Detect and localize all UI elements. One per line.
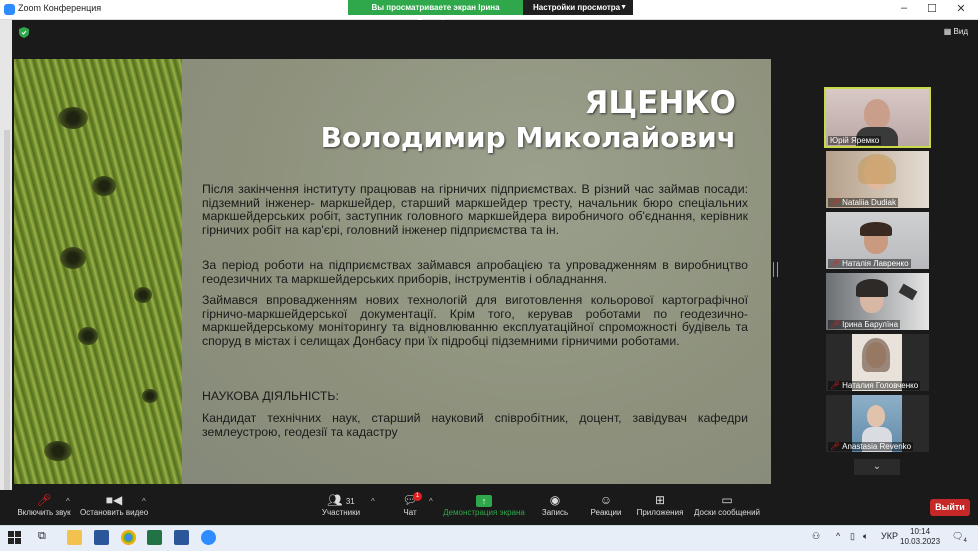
video-camera-icon: ■◀ [105,493,123,507]
unmute-button[interactable]: 🎤︎ Включить звук [14,492,74,517]
reactions-button[interactable]: ☺ Реакции [589,492,623,517]
file-explorer-icon[interactable] [67,530,82,545]
keyboard-language[interactable]: УКР [881,531,898,541]
zoom-taskbar-icon[interactable] [201,530,216,545]
participant-tile[interactable]: 🎤︎ Nataliia Dudiak [826,151,929,208]
audio-options-caret[interactable]: ^ [66,497,70,506]
apps-button[interactable]: ⊞ Приложения [636,492,684,517]
participants-icon: 👥︎ [327,493,343,507]
muted-mic-icon: 🎤︎ [830,259,841,268]
video-options-caret[interactable]: ^ [142,497,146,506]
participant-name: Наталія Лавренко [842,259,909,268]
slide-paragraph-career: Після закінчення інституту працював на г… [202,182,748,237]
maximize-icon[interactable]: ☐ [925,2,939,15]
gallery-scroll-down-button[interactable]: ⌄ [854,459,900,475]
meeting-header [0,20,978,50]
view-button-label: Вид [953,27,968,36]
slide-paragraph-science: Кандидат технічних наук, старший наукови… [202,411,748,439]
document-ruler [4,130,10,490]
participant-name: Nataliia Dudiak [842,198,896,207]
chevron-down-icon: ▼ [620,4,627,11]
participant-name: Anastasia Revenko [842,442,912,451]
slide-full-name: Володимир Миколайович [320,121,736,154]
chevron-down-icon: ⌄ [872,461,882,472]
whiteboard-icon: ▭ [721,493,733,507]
speaker-icon[interactable]: 🔈︎ [863,531,868,542]
emoji-icon: ☺ [599,493,613,507]
muted-mic-icon: 🎤︎ [830,198,841,207]
participants-button[interactable]: 👥︎ 31 Участники [320,492,362,517]
share-screen-button[interactable]: ↑ Демонстрация экрана [443,492,525,517]
chrome-icon[interactable] [121,530,136,545]
leave-meeting-button[interactable]: Выйти [930,499,970,516]
muted-mic-icon: 🎤︎ [830,381,841,390]
slide-paragraph-work: За період роботи на підприємствах займав… [202,258,748,286]
share-screen-icon: ↑ [476,495,492,507]
whiteboards-label: Доски сообщений [693,508,760,517]
window-title: Zoom Конференция [18,3,102,13]
word-icon[interactable] [174,530,189,545]
record-button[interactable]: ◉ Запись [540,492,570,517]
share-screen-label: Демонстрация экрана [443,508,525,517]
clock-date: 10.03.2023 [900,537,941,546]
view-settings-button[interactable]: Настройки просмотра ▼ [523,0,633,15]
excel-icon[interactable] [147,530,162,545]
muted-microphone-icon: 🎤︎ [36,493,52,507]
muted-mic-icon: 🎤︎ [830,442,841,451]
apps-icon: ⊞ [654,493,666,507]
participant-tile[interactable]: 🎤︎ Ірина Барулїна [826,273,929,330]
participant-tile[interactable]: 🎤︎ Наталія Лавренко [826,212,929,269]
taskbar-clock[interactable]: 10:14 10.03.2023 [900,527,940,547]
task-view-icon[interactable]: ⧉ [38,530,53,545]
view-settings-label: Настройки просмотра [533,3,621,12]
close-icon[interactable]: ✕ [954,2,968,15]
people-icon[interactable]: ⚇ [812,531,820,542]
chevron-up-icon[interactable]: ^ [836,531,840,541]
unmute-label: Включить звук [17,508,71,517]
participant-tile[interactable]: 🎤︎ Наталия Головченко [826,334,929,391]
record-icon: ◉ [549,493,561,507]
whiteboards-button[interactable]: ▭ Доски сообщений [693,492,761,517]
shield-icon[interactable] [19,27,29,38]
minimize-icon[interactable]: – [897,2,911,14]
slide-heading-science: НАУКОВА ДІЯЛЬНІСТЬ: [202,389,339,403]
screen-share-banner: Вы просматриваете экран Ірина Барулїна [348,0,523,27]
participants-count: 31 [345,497,355,506]
usb-icon[interactable]: ▯ [850,531,855,542]
clock-time: 10:14 [910,527,931,536]
chat-options-caret[interactable]: ^ [429,497,433,506]
slide-paragraph-technology: Займався впровадженням нових технологій … [202,293,748,348]
grid-icon: ▦ [943,27,952,36]
participant-name: Наталия Головченко [842,381,919,390]
field-photo [14,59,182,484]
participants-label: Участники [321,508,361,517]
muted-mic-icon: 🎤︎ [830,320,841,329]
apps-label: Приложения [636,508,684,517]
split-resize-handle[interactable] [773,262,778,277]
slide-surname: ЯЦЕНКО [584,85,736,121]
stop-video-button[interactable]: ■◀ Остановить видео [80,492,148,517]
participant-name: Юрій Яремко [828,136,882,145]
notifications-icon[interactable]: 🗨︎4 [952,531,967,544]
record-label: Запись [541,508,569,517]
shared-screen-slide: ЯЦЕНКО Володимир Миколайович Після закін… [14,59,771,484]
participant-tile[interactable]: Юрій Яремко [824,87,931,148]
view-button[interactable]: ▦ Вид [944,27,968,36]
participants-options-caret[interactable]: ^ [371,497,375,506]
reactions-label: Реакции [590,508,622,517]
chat-unread-badge: 1 [413,492,422,501]
windows-start-icon[interactable] [8,531,21,544]
notifications-count: 4 [963,537,967,544]
word-icon[interactable] [94,530,109,545]
stop-video-label: Остановить видео [80,508,149,517]
participant-name: Ірина Барулїна [842,320,899,329]
zoom-app-icon [4,4,15,15]
participant-tile[interactable]: 🎤︎ Anastasia Revenko [826,395,929,452]
chat-label: Чат [403,508,417,517]
